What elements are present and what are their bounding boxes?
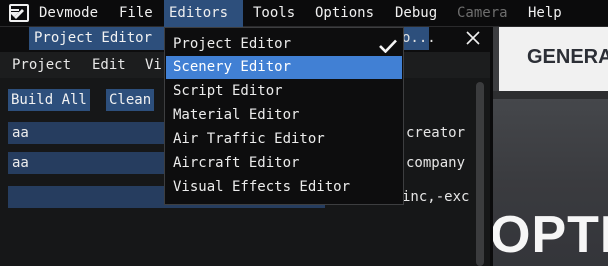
build-all-button[interactable]: Build All <box>8 89 90 111</box>
menu-editors[interactable]: Editors <box>164 0 243 27</box>
menu-file[interactable]: File <box>114 0 158 27</box>
scene-stripe <box>490 91 608 99</box>
checkmark-icon <box>379 39 397 53</box>
pe-menu-edit[interactable]: Edit <box>92 52 126 78</box>
dropdown-item-project-editor[interactable]: Project Editor <box>166 33 402 56</box>
close-icon[interactable] <box>466 31 480 45</box>
creator-label: creator <box>406 125 466 141</box>
dropdown-item-label: Material Editor <box>173 107 300 123</box>
tab-title-overflow: o... <box>402 30 436 46</box>
scene-viewport: GENERA OPTI <box>490 27 608 266</box>
dropdown-item-label: Air Traffic Editor <box>173 131 325 147</box>
inc-exc-label: inc,-exc <box>402 189 470 205</box>
menu-camera: Camera <box>457 5 508 21</box>
pe-menu-project[interactable]: Project <box>12 52 71 78</box>
dropdown-item-air-traffic-editor[interactable]: Air Traffic Editor <box>166 128 402 151</box>
dropdown-item-label: Scenery Editor <box>173 59 292 75</box>
menu-tools[interactable]: Tools <box>248 0 300 27</box>
pe-menu-view[interactable]: Vi <box>145 52 162 78</box>
dropdown-item-aircraft-editor[interactable]: Aircraft Editor <box>166 152 402 175</box>
clean-button[interactable]: Clean <box>106 89 155 111</box>
collapse-arrow-icon[interactable] <box>9 9 19 17</box>
scene-sign-text: GENERA <box>527 46 608 68</box>
dropdown-item-material-editor[interactable]: Material Editor <box>166 104 402 127</box>
main-menu-bar: Devmode File Editors Tools Options Debug… <box>0 0 608 27</box>
menu-options[interactable]: Options <box>310 0 379 27</box>
menu-devmode[interactable]: Devmode <box>34 0 103 27</box>
dropdown-item-visual-effects-editor[interactable]: Visual Effects Editor <box>166 176 402 199</box>
editors-dropdown-menu: Project Editor Scenery Editor Script Edi… <box>164 27 404 205</box>
company-label: company <box>406 155 466 171</box>
dropdown-item-label: Visual Effects Editor <box>173 179 351 195</box>
dropdown-item-label: Script Editor <box>173 83 283 99</box>
dropdown-item-label: Aircraft Editor <box>173 155 300 171</box>
dropdown-item-scenery-editor[interactable]: Scenery Editor <box>166 56 402 79</box>
dropdown-item-script-editor[interactable]: Script Editor <box>166 80 402 103</box>
scene-edge <box>490 27 493 266</box>
menu-debug[interactable]: Debug <box>390 0 442 27</box>
dropdown-item-label: Project Editor <box>173 36 292 52</box>
vertical-scrollbar[interactable] <box>476 82 484 266</box>
menu-help[interactable]: Help <box>523 0 567 27</box>
scene-big-text: OPTI <box>490 206 608 264</box>
